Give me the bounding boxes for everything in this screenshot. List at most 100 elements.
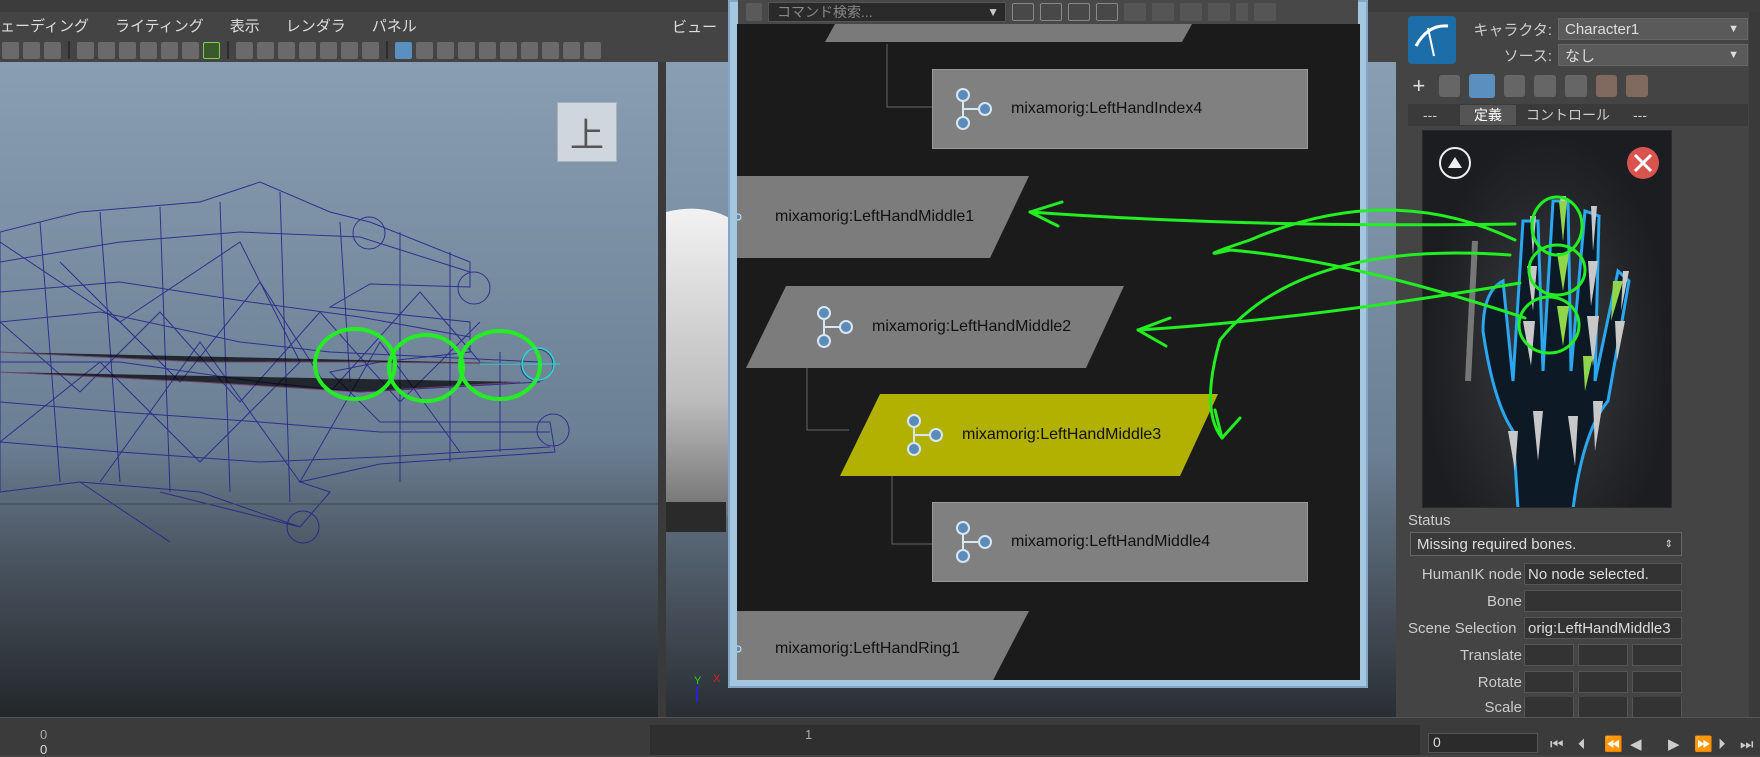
toolbar-icon[interactable] <box>299 41 316 59</box>
step-back-icon[interactable]: ⏴ <box>1578 735 1586 753</box>
menu-renderer[interactable]: レンダラ <box>286 15 356 36</box>
hierarchy-icon[interactable] <box>1152 3 1174 21</box>
toolbar-icon[interactable] <box>458 41 475 59</box>
tab-right[interactable]: --- <box>1620 105 1660 125</box>
toolbar-icon[interactable] <box>563 41 580 59</box>
humanik-node-field[interactable]: No node selected. <box>1524 563 1682 585</box>
node-lefthandmiddle3-selected[interactable]: mixamorig:LeftHandMiddle3 <box>840 394 1218 476</box>
film-gate-icon[interactable] <box>257 41 274 59</box>
toolbar-icon[interactable] <box>479 41 496 59</box>
source-dropdown[interactable]: なし ▼ <box>1558 44 1748 66</box>
toolbar-icon[interactable] <box>320 41 337 59</box>
bone-field[interactable] <box>1524 590 1682 612</box>
view-cube-top[interactable]: 上 <box>557 102 617 162</box>
node-label: mixamorig:LeftHandMiddle1 <box>775 208 975 225</box>
character-dropdown[interactable]: Character1 ▼ <box>1558 18 1748 40</box>
step-forward-icon[interactable]: ⏵ <box>1718 735 1726 753</box>
tab-definition[interactable]: 定義 <box>1460 105 1516 125</box>
open-folder-icon[interactable] <box>1503 75 1526 97</box>
menu-icon[interactable] <box>746 3 762 21</box>
pencil-icon[interactable] <box>203 41 220 59</box>
chevron-down-icon[interactable]: ▼ <box>987 5 999 19</box>
humanik-hand-diagram[interactable] <box>1422 130 1672 508</box>
add-icon[interactable]: + <box>1408 73 1430 99</box>
more-icon[interactable] <box>1236 3 1248 21</box>
play-forward-icon[interactable]: ▶ <box>1668 735 1680 753</box>
bookmark-icon[interactable] <box>140 41 157 59</box>
time-range-bar[interactable] <box>650 725 1420 755</box>
rotate-z-field[interactable] <box>1632 671 1682 693</box>
go-to-start-icon[interactable]: ⏮ <box>1550 735 1564 753</box>
go-to-end-icon[interactable]: ⏭ <box>1740 735 1754 753</box>
toolbar-icon[interactable] <box>542 41 559 59</box>
remove-icon[interactable] <box>1040 3 1062 21</box>
next-key-icon[interactable]: ⏩ <box>1694 735 1713 753</box>
menu-shading[interactable]: ェーディング <box>0 15 99 36</box>
panel-divider[interactable] <box>658 62 666 717</box>
translate-y-field[interactable] <box>1578 644 1628 666</box>
node-lefthandmiddle1[interactable]: mixamorig:LeftHandMiddle1 <box>737 176 1029 258</box>
current-frame-field[interactable]: 0 <box>1428 733 1538 753</box>
grid-icon[interactable] <box>236 41 253 59</box>
wireframe-icon[interactable] <box>395 41 412 59</box>
menu-view-right[interactable]: ビュー <box>672 16 717 37</box>
toolbar-icon[interactable] <box>161 41 178 59</box>
node-lefthandmiddle4[interactable]: mixamorig:LeftHandMiddle4 <box>932 502 1308 582</box>
humanik-logo-icon[interactable] <box>1408 16 1456 64</box>
toolbar-icon[interactable] <box>1254 3 1276 21</box>
scale-z-field[interactable] <box>1632 697 1682 717</box>
select-arrow-icon[interactable] <box>1180 3 1202 21</box>
text-icon[interactable] <box>362 41 379 59</box>
skeleton-icon[interactable] <box>1469 74 1495 98</box>
camera-icon[interactable] <box>77 41 94 59</box>
character-pose-icon[interactable] <box>1595 75 1618 97</box>
toolbar-icon[interactable] <box>44 41 61 59</box>
prev-key-icon[interactable]: ⏪ <box>1604 735 1623 753</box>
translate-z-field[interactable] <box>1632 644 1682 666</box>
smooth-shade-icon[interactable] <box>416 41 433 59</box>
viewport-toolbar <box>0 38 660 62</box>
joint-icon <box>956 88 992 130</box>
node-lefthandmiddle2[interactable]: mixamorig:LeftHandMiddle2 <box>746 286 1124 368</box>
hierarchy-icon[interactable] <box>1124 3 1146 21</box>
scale-x-field[interactable] <box>1524 697 1574 717</box>
rotate-x-field[interactable] <box>1524 671 1574 693</box>
character-pose-icon[interactable] <box>1626 75 1649 97</box>
timeline-tick-0: 0 <box>40 727 48 742</box>
tab-left[interactable]: --- <box>1410 105 1450 125</box>
toolbar-icon[interactable] <box>182 41 199 59</box>
node-editor-canvas[interactable]: mixamorig:LeftHandIndex4 mixamorig:LeftH… <box>737 24 1360 680</box>
light-icon[interactable] <box>500 41 517 59</box>
toolbar-icon[interactable] <box>341 41 358 59</box>
save-icon[interactable] <box>1534 75 1557 97</box>
status-dropdown[interactable]: Missing required bones. ⇕ <box>1410 532 1682 556</box>
node-lefthandring1[interactable]: mixamorig:LeftHandRing1 <box>737 611 1029 680</box>
lock-icon[interactable] <box>1438 75 1461 97</box>
translate-x-field[interactable] <box>1524 644 1574 666</box>
scale-y-field[interactable] <box>1578 697 1628 717</box>
play-backward-icon[interactable]: ◀ <box>1630 735 1642 753</box>
panel-scrollbar[interactable] <box>1749 12 1760 717</box>
rotate-label: Rotate <box>1477 673 1522 691</box>
camera-icon[interactable] <box>119 41 136 59</box>
command-search-input[interactable]: コマンド検索... ▼ <box>768 2 1006 22</box>
tab-controls[interactable]: コントロール <box>1520 105 1616 125</box>
trash-icon[interactable] <box>1565 75 1587 97</box>
rotate-y-field[interactable] <box>1578 671 1628 693</box>
menu-show[interactable]: 表示 <box>230 15 270 36</box>
toolbar-icon[interactable] <box>2 41 19 59</box>
node-lefthandindex4[interactable]: mixamorig:LeftHandIndex4 <box>932 69 1308 149</box>
graph-layout-icon[interactable] <box>1012 3 1034 21</box>
toolbar-icon[interactable] <box>23 41 40 59</box>
camera-icon[interactable] <box>98 41 115 59</box>
graph-layout-icon[interactable] <box>1096 3 1118 21</box>
pen-icon[interactable] <box>1208 3 1230 21</box>
menu-panels[interactable]: パネル <box>372 15 427 36</box>
resolution-gate-icon[interactable] <box>278 41 295 59</box>
toolbar-icon[interactable] <box>584 41 601 59</box>
toolbar-icon[interactable] <box>437 41 454 59</box>
menu-lighting[interactable]: ライティング <box>115 15 214 36</box>
graph-layout-icon[interactable] <box>1068 3 1090 21</box>
scene-selection-field[interactable]: orig:LeftHandMiddle3 <box>1524 617 1682 639</box>
toolbar-icon[interactable] <box>521 41 538 59</box>
